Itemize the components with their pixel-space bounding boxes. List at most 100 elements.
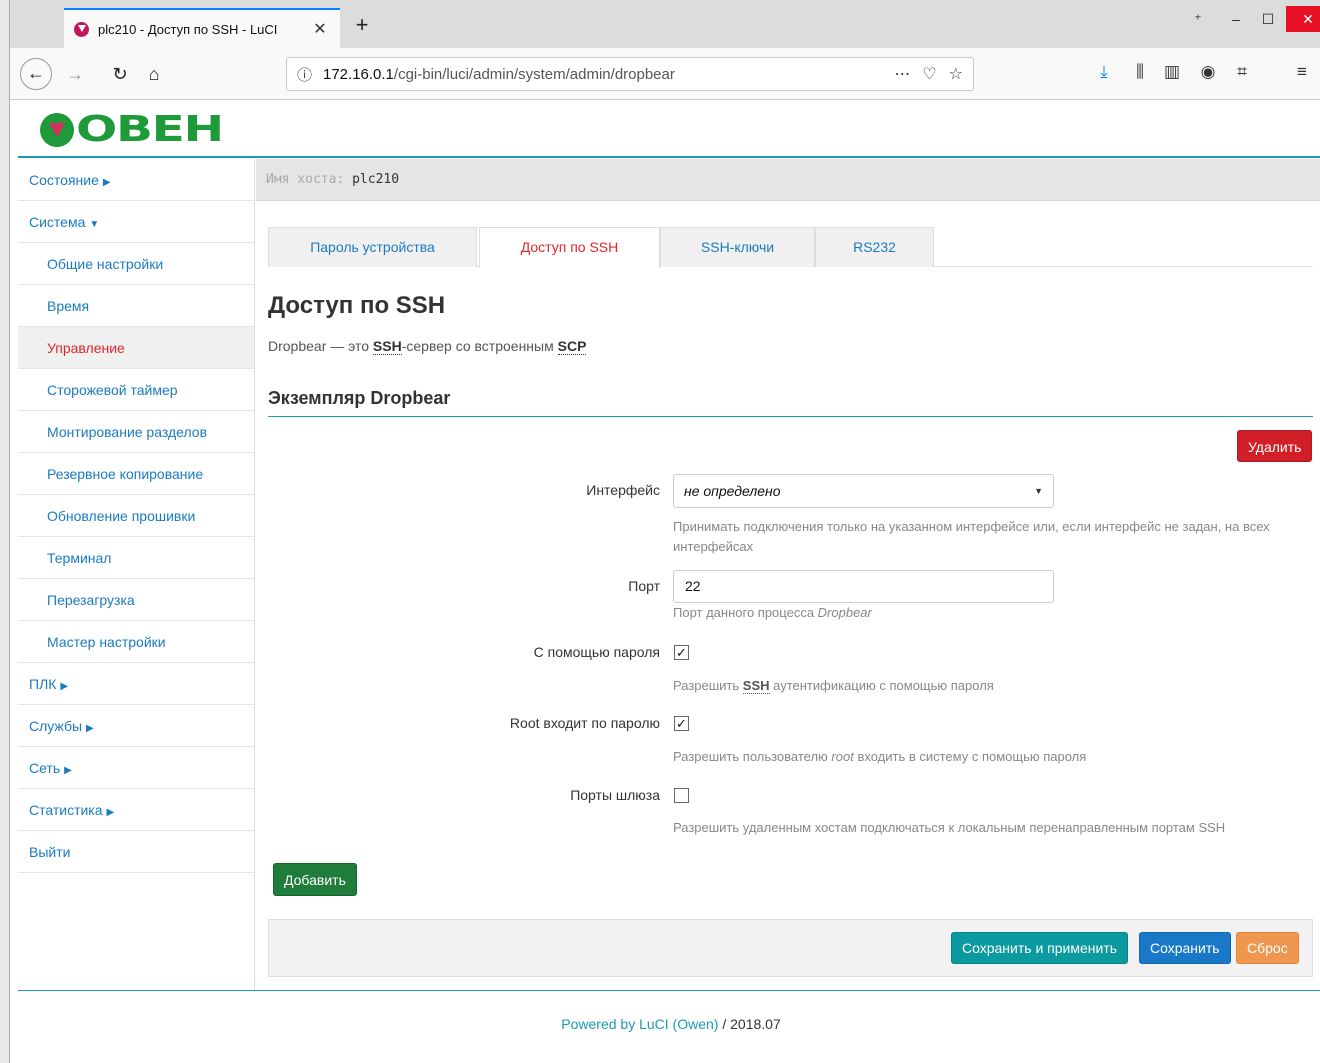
sidebar-item-plc[interactable]: ПЛК ▶ xyxy=(18,663,254,705)
page-description: Dropbear — это SSH-сервер со встроенным … xyxy=(268,338,587,355)
hostname-label: Имя хоста: xyxy=(266,172,345,187)
sidebar-item-firmware[interactable]: Обновление прошивки xyxy=(18,495,254,537)
reload-icon[interactable]: ↻ xyxy=(105,59,135,89)
page-header: ОВЕН xyxy=(18,101,1320,158)
section-title: Экземпляр Dropbear xyxy=(268,388,451,408)
page-actions-icon[interactable]: ⋯ xyxy=(894,64,910,84)
sidebar-item-time[interactable]: Время xyxy=(18,285,254,327)
tab-device-password[interactable]: Пароль устройства xyxy=(268,227,477,267)
logo-mark-icon xyxy=(40,113,74,147)
url-text[interactable]: 172.16.0.1/cgi-bin/luci/admin/system/adm… xyxy=(323,66,882,83)
root-password-hint-italic: root xyxy=(831,749,854,764)
root-password-checkbox[interactable]: ✓ xyxy=(674,716,689,731)
gateway-ports-label: Порты шлюза xyxy=(570,787,660,803)
sidebar-item-statistics[interactable]: Статистика ▶ xyxy=(18,789,254,831)
sidebar-item-admin[interactable]: Управление xyxy=(18,327,254,369)
port-input[interactable]: 22 xyxy=(673,570,1054,603)
sidebar-item-terminal[interactable]: Терминал xyxy=(18,537,254,579)
bookmark-star-icon[interactable]: ☆ xyxy=(949,64,963,84)
browser-tab-bar: plc210 - Доступ по SSH - LuCI ✕ + ⁺ – ☐ … xyxy=(10,0,1320,48)
sidebar-item-status[interactable]: Состояние ▶ xyxy=(18,159,254,201)
sidebar-item-label: Сеть xyxy=(29,760,61,776)
sidebar-item-reboot[interactable]: Перезагрузка xyxy=(18,579,254,621)
section-divider xyxy=(268,416,1313,417)
sidebar-item-network[interactable]: Сеть ▶ xyxy=(18,747,254,789)
footer-divider xyxy=(18,990,1320,991)
caret-down-icon: ▼ xyxy=(89,219,100,230)
caret-right-icon: ▶ xyxy=(86,723,94,734)
sidebar-item-general[interactable]: Общие настройки xyxy=(18,243,254,285)
extension-icon[interactable]: ⌗ xyxy=(1230,62,1254,82)
sidebar-item-services[interactable]: Службы ▶ xyxy=(18,705,254,747)
maximize-icon[interactable]: ☐ xyxy=(1248,6,1288,32)
interface-label: Интерфейс xyxy=(586,482,660,498)
back-icon[interactable]: ← xyxy=(20,58,52,90)
sidebar-item-backup[interactable]: Резервное копирование xyxy=(18,453,254,495)
add-button[interactable]: Добавить xyxy=(273,863,357,896)
browser-toolbar: ← → ↻ ⌂ ⓘ 172.16.0.1/cgi-bin/luci/admin/… xyxy=(10,48,1320,100)
caret-right-icon: ▶ xyxy=(60,681,69,692)
footer: Powered by LuCI (Owen) / 2018.07 xyxy=(18,1016,1320,1032)
address-bar[interactable]: ⓘ 172.16.0.1/cgi-bin/luci/admin/system/a… xyxy=(286,57,974,91)
window-edge xyxy=(0,0,10,1063)
close-tab-icon[interactable]: ✕ xyxy=(310,19,330,39)
delete-button[interactable]: Удалить xyxy=(1237,430,1313,462)
close-window-icon[interactable]: ✕ xyxy=(1286,6,1320,32)
luci-link[interactable]: Powered by LuCI (Owen) xyxy=(561,1016,718,1032)
sidebar-item-mounts[interactable]: Монтирование разделов xyxy=(18,411,254,453)
sidebar-toggle-icon[interactable]: ▥ xyxy=(1160,62,1184,82)
sidebar-item-label: Система xyxy=(29,214,86,230)
gateway-ports-checkbox[interactable] xyxy=(674,788,689,803)
interface-hint: Принимать подключения только на указанно… xyxy=(673,519,1270,554)
caret-right-icon: ▶ xyxy=(106,807,115,818)
hostname-value: plc210 xyxy=(352,172,400,187)
ssh-abbr: SSH xyxy=(742,678,770,694)
footer-version: / 2018.07 xyxy=(718,1016,781,1032)
reset-button[interactable]: Сброс xyxy=(1236,932,1299,964)
pocket-icon[interactable]: ♡ xyxy=(922,64,936,84)
scp-abbr: SCP xyxy=(557,338,587,355)
favicon-icon xyxy=(74,21,89,37)
browser-tab[interactable]: plc210 - Доступ по SSH - LuCI ✕ xyxy=(64,8,340,48)
gateway-ports-hint: Разрешить удаленным хостам подключаться … xyxy=(673,820,1226,835)
port-hint: Порт данного процесса Dropbear xyxy=(673,603,1313,623)
interface-select-value: не определено xyxy=(684,483,781,499)
sidebar-item-wizard[interactable]: Мастер настройки xyxy=(18,621,254,663)
sidebar-item-label: Статистика xyxy=(29,802,103,818)
main-content: Пароль устройства Доступ по SSH SSH-ключ… xyxy=(268,202,1313,990)
ssh-abbr: SSH xyxy=(372,338,402,355)
sidebar-item-label: Службы xyxy=(29,718,83,734)
url-path: /cgi-bin/luci/admin/system/admin/dropbea… xyxy=(393,65,675,83)
password-auth-hint-prefix: Разрешить xyxy=(673,678,743,693)
root-password-hint-suffix: входить в систему с помощью пароля xyxy=(853,749,1087,764)
account-icon[interactable]: ◉ xyxy=(1196,62,1220,82)
forward-icon[interactable]: → xyxy=(60,59,90,89)
site-info-icon[interactable]: ⓘ xyxy=(297,64,323,85)
window-extra-icon[interactable]: ⁺ xyxy=(1178,6,1218,32)
tab-rs232[interactable]: RS232 xyxy=(815,227,934,267)
sidebar-item-logout[interactable]: Выйти xyxy=(18,831,254,873)
new-tab-icon[interactable]: + xyxy=(350,14,374,36)
port-hint-text: Порт данного процесса xyxy=(673,605,818,620)
menu-icon[interactable]: ≡ xyxy=(1290,62,1314,82)
library-icon[interactable]: ⫼ xyxy=(1128,62,1152,82)
tab-ssh-keys[interactable]: SSH-ключи xyxy=(660,227,815,267)
logo[interactable]: ОВЕН xyxy=(40,112,224,148)
password-auth-hint: Разрешить SSH аутентификацию с помощью п… xyxy=(673,676,1313,696)
home-icon[interactable]: ⌂ xyxy=(139,59,169,89)
download-icon[interactable]: ⤓ xyxy=(1092,62,1116,82)
save-button[interactable]: Сохранить xyxy=(1139,932,1231,964)
page-title: Доступ по SSH xyxy=(268,292,446,319)
sidebar-item-system[interactable]: Система ▼ xyxy=(18,201,254,243)
save-apply-button[interactable]: Сохранить и применить xyxy=(951,932,1129,964)
desc-middle: -сервер со встроенным xyxy=(401,338,558,354)
caret-right-icon: ▶ xyxy=(64,765,72,776)
dropdown-arrow-icon: ▼ xyxy=(1034,486,1043,496)
interface-select[interactable]: не определено ▼ xyxy=(673,474,1054,508)
url-host: 172.16.0.1 xyxy=(323,65,394,83)
hostname-bar: Имя хоста: plc210 xyxy=(256,159,1320,201)
sidebar-item-watchdog[interactable]: Сторожевой таймер xyxy=(18,369,254,411)
page-tabs: Пароль устройства Доступ по SSH SSH-ключ… xyxy=(268,227,1313,268)
password-auth-checkbox[interactable]: ✓ xyxy=(674,645,689,660)
tab-ssh-access[interactable]: Доступ по SSH xyxy=(479,227,660,268)
